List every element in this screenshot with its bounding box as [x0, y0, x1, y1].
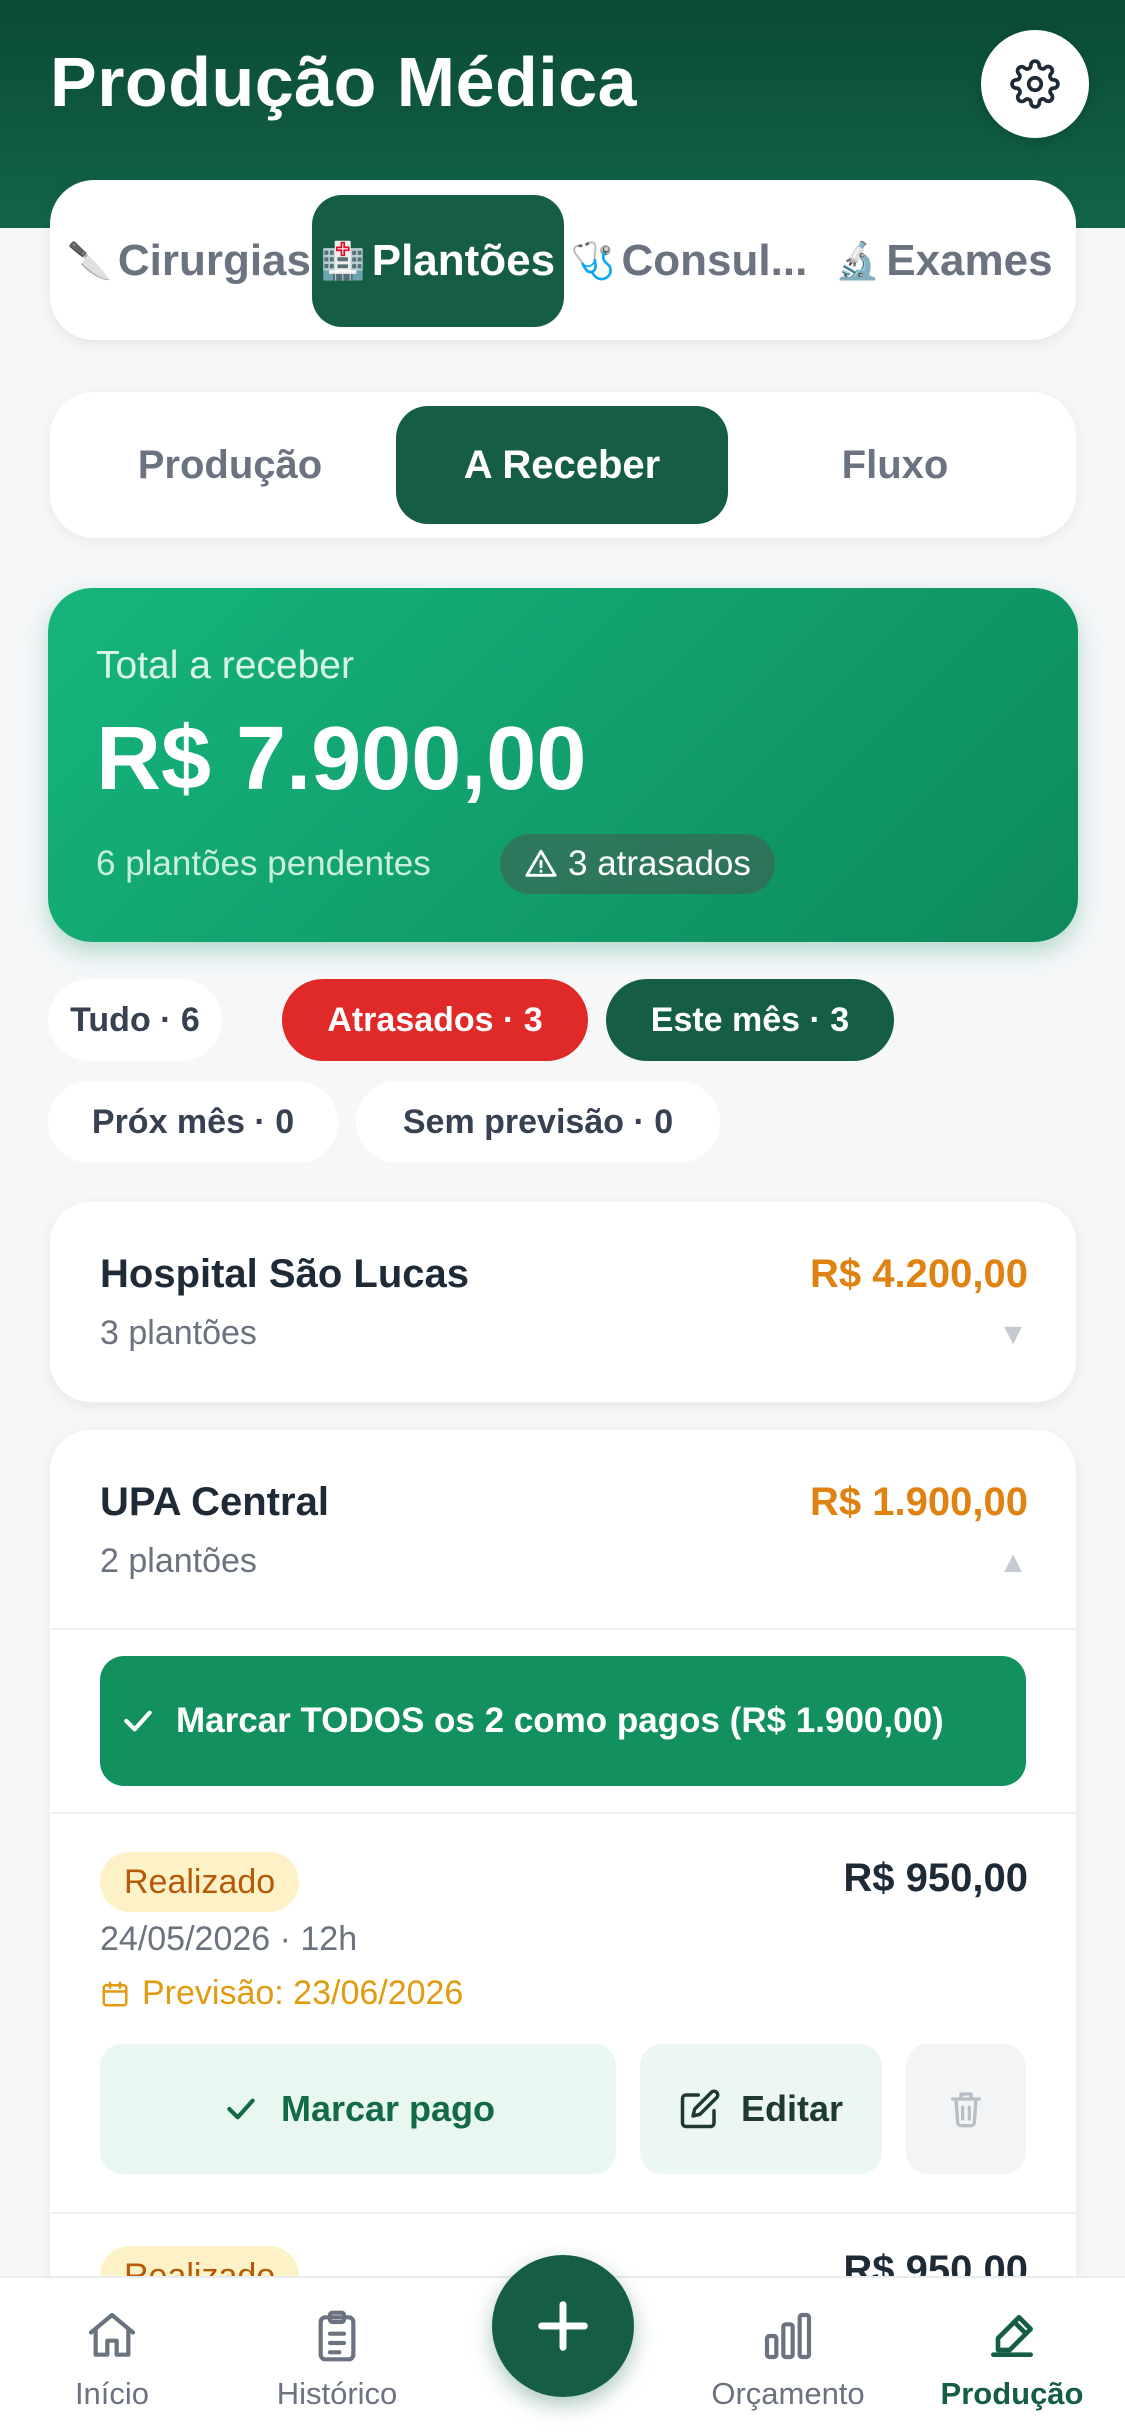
check-icon	[227, 2098, 255, 2120]
segment-a-receber[interactable]: A Receber	[396, 406, 728, 524]
total-label: Total a receber	[96, 644, 354, 687]
mark-paid-button[interactable]: Marcar pago	[100, 2044, 616, 2174]
group-amount: R$ 4.200,00	[810, 1252, 1028, 1296]
mark-all-label: Marcar TODOS os 2 como pagos (R$ 1.900,0…	[176, 1701, 944, 1740]
item-forecast: Previsão: 23/06/2026	[100, 1974, 463, 2013]
status-badge: Realizado	[100, 1852, 300, 1912]
filter-este-mes[interactable]: Este mês · 3	[606, 979, 894, 1061]
divider	[50, 1628, 1076, 1630]
nav-label: Início	[74, 2376, 150, 2411]
edit-icon	[680, 2089, 720, 2129]
bar-chart-icon	[764, 2312, 812, 2360]
forecast-text: Previsão: 23/06/2026	[142, 1974, 464, 2012]
edit-pen-icon	[991, 2315, 1033, 2357]
group-name: UPA Central	[100, 1480, 329, 1524]
group-card[interactable]: Hospital São Lucas 3 plantões R$ 4.200,0…	[50, 1202, 1076, 1402]
item-date: 24/05/2026 · 12h	[100, 1920, 358, 1958]
tab-label: Exames	[886, 236, 1053, 285]
tab-exames[interactable]: 🔬 Exames	[824, 195, 1064, 327]
trash-icon	[951, 2092, 981, 2128]
group-count: 2 plantões	[100, 1542, 257, 1580]
add-button[interactable]	[492, 2255, 634, 2397]
tab-label: Cirurgias	[117, 236, 311, 285]
mark-paid-label: Marcar pago	[280, 2088, 496, 2129]
tab-consultas[interactable]: 🩺 Consul...	[564, 195, 814, 327]
page-title: Produção Médica	[50, 43, 638, 121]
edit-label: Editar	[740, 2088, 844, 2129]
divider	[50, 2212, 1076, 2214]
home-icon	[88, 2312, 136, 2357]
filter-atrasados[interactable]: Atrasados · 3	[282, 979, 588, 1061]
filter-tudo[interactable]: Tudo · 6	[48, 979, 222, 1061]
total-summary-card: Total a receber R$ 7.900,00 6 plantões p…	[48, 588, 1078, 942]
late-badge: 3 atrasados	[500, 834, 775, 894]
mark-all-paid-button[interactable]: Marcar TODOS os 2 como pagos (R$ 1.900,0…	[100, 1656, 1026, 1786]
nav-label: Histórico	[276, 2376, 398, 2411]
filter-sem-previsao[interactable]: Sem previsão · 0	[356, 1081, 720, 1163]
gear-icon	[1010, 59, 1060, 109]
view-segments: Produção A Receber Fluxo	[50, 392, 1076, 538]
group-count: 3 plantões	[100, 1314, 257, 1352]
pending-count: 6 plantões pendentes	[96, 844, 431, 883]
category-tabs: 🔪 Cirurgias 🏥 Plantões 🩺 Consul... 🔬 Exa…	[50, 180, 1076, 340]
late-count: 3 atrasados	[568, 844, 751, 883]
check-icon	[124, 1710, 152, 1732]
microscope-icon: 🔬	[835, 240, 881, 281]
plus-icon	[538, 2301, 588, 2351]
total-value: R$ 7.900,00	[96, 709, 587, 809]
nav-historico[interactable]: Histórico	[237, 2308, 437, 2412]
segment-fluxo[interactable]: Fluxo	[744, 406, 1046, 524]
divider	[50, 1812, 1076, 1814]
calendar-icon	[102, 1981, 128, 2006]
filter-prox-mes[interactable]: Próx mês · 0	[48, 1081, 338, 1163]
stethoscope-icon: 🩺	[570, 240, 616, 281]
group-card-expanded: UPA Central 2 plantões R$ 1.900,00 ▲ Mar…	[50, 1430, 1076, 2330]
clipboard-icon	[318, 2310, 356, 2362]
nav-inicio[interactable]: Início	[12, 2308, 212, 2412]
edit-button[interactable]: Editar	[640, 2044, 882, 2174]
item-amount: R$ 950,00	[843, 1856, 1028, 1900]
scalpel-icon: 🔪	[67, 240, 112, 281]
delete-button[interactable]	[906, 2044, 1026, 2174]
settings-button[interactable]	[981, 30, 1089, 138]
hospital-icon: 🏥	[320, 240, 366, 281]
expand-icon[interactable]: ▼	[998, 1318, 1028, 1352]
collapse-icon[interactable]: ▲	[998, 1546, 1028, 1580]
warning-icon	[525, 849, 557, 877]
segment-producao[interactable]: Produção	[80, 406, 380, 524]
tab-label: Plantões	[371, 236, 556, 285]
tab-label: Consul...	[621, 236, 808, 285]
nav-label: Produção	[940, 2376, 1084, 2411]
nav-producao[interactable]: Produção	[912, 2308, 1112, 2412]
nav-orcamento[interactable]: Orçamento	[688, 2308, 888, 2412]
nav-label: Orçamento	[711, 2376, 865, 2411]
group-amount: R$ 1.900,00	[810, 1480, 1028, 1524]
tab-plantoes[interactable]: 🏥 Plantões	[312, 195, 564, 327]
tab-cirurgias[interactable]: 🔪 Cirurgias	[64, 195, 314, 327]
group-name: Hospital São Lucas	[100, 1252, 469, 1296]
